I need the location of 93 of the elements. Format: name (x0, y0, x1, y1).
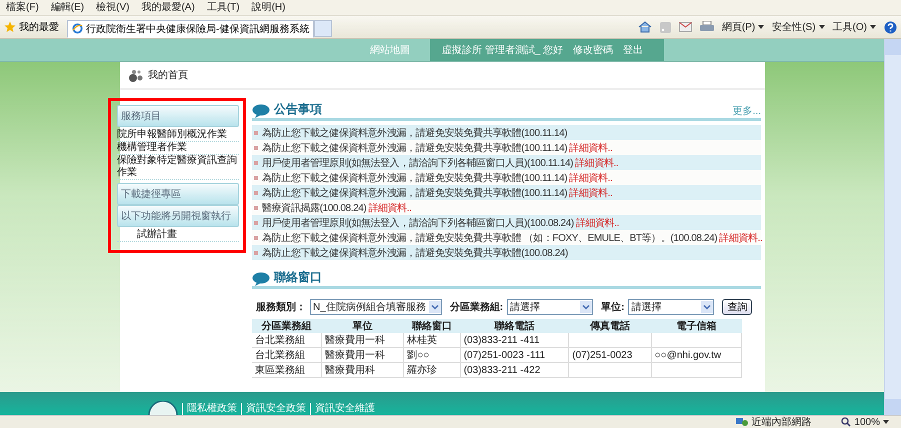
column-header: 電子信箱 (651, 319, 742, 333)
printer-icon[interactable] (700, 21, 714, 33)
zoom-icon (841, 417, 852, 427)
column-header: 聯絡窗口 (404, 319, 460, 333)
browser-tab[interactable]: 行政院衛生署中央健康保險局-健保資訊網服務系統 (67, 20, 314, 38)
bullet-icon (254, 146, 258, 150)
column-header: 聯絡電話 (460, 319, 569, 333)
table-cell: 醫療費用一科 (324, 335, 385, 346)
star-icon (4, 21, 16, 33)
sidebar-item[interactable]: 院所申報醫師別概況作業 (117, 129, 239, 142)
browser-e-icon (72, 23, 83, 34)
announcement-link[interactable]: 為防止您下載之健保資料意外洩漏，請避免安裝免費共享軟體(100.11.14) (262, 170, 568, 184)
announcement-link[interactable]: 為防止您下載之健保資料意外洩漏，請避免安裝免費共享軟體(100.08.24) (262, 246, 568, 260)
caret-icon (818, 25, 825, 29)
column-header: 傳真電話 (568, 319, 652, 333)
filter-label: 服務類別： (256, 300, 306, 314)
announcement-link[interactable]: 用戶使用者管理原則(如無法登入，請洽詢下列各輔區窗口人員)(100.11.14) (262, 156, 574, 170)
menu-item[interactable]: 檢視(V) (96, 2, 130, 14)
table-cell: 劉○○ (407, 350, 430, 361)
network-icon (736, 417, 748, 427)
bullet-icon (254, 220, 258, 224)
sidebar-item[interactable]: 試辦計畫 (117, 229, 239, 242)
bullet-icon (254, 236, 258, 240)
speech-bubble-icon (252, 104, 270, 118)
speech-bubble-icon (252, 272, 270, 286)
table-cell: 林桂英 (407, 335, 438, 346)
bullet-icon (254, 250, 258, 254)
detail-link[interactable]: 詳細資料.. (719, 230, 762, 244)
sidebar-item[interactable]: 保險對象特定醫療資訊查詢作業 (117, 155, 239, 180)
sidebar-item[interactable]: 機構管理者作業 (117, 142, 239, 155)
table-cell: 羅亦珍 (407, 365, 438, 376)
detail-link[interactable]: 詳細資料.. (368, 200, 412, 214)
caret-icon (870, 25, 876, 29)
user-greeting: 虛擬診所 管理者測試_ 您好 (442, 44, 564, 57)
toolbar-menu[interactable]: 工具(O) (832, 20, 876, 34)
table-cell: 醫療費用科 (324, 365, 375, 376)
page-title: 我的首頁 (148, 68, 188, 82)
menu-item[interactable]: 編輯(E) (50, 2, 84, 14)
home-icon[interactable] (638, 21, 652, 33)
detail-link[interactable]: 詳細資料.. (569, 140, 612, 154)
bullet-icon (254, 190, 258, 194)
table-cell: 台北業務組 (255, 335, 305, 346)
dropdown[interactable]: 請選擇 (628, 299, 714, 315)
toolbar-menu[interactable]: 安全性(S) (772, 20, 825, 34)
bullet-icon (254, 160, 258, 164)
bullet-icon (254, 176, 258, 180)
favorites-button[interactable]: 我的最愛 (0, 20, 67, 34)
table-cell: (07)251-0023 (572, 350, 632, 360)
mail-icon[interactable] (678, 22, 692, 32)
announcement-link[interactable]: 為防止您下載之健保資料意外洩漏，請避免安裝免費共享軟體(100.11.14) (262, 140, 568, 154)
table-cell: 東區業務組 (255, 365, 305, 376)
section-header[interactable]: 以下功能將另開視窗執行 (117, 205, 239, 227)
section-header[interactable]: 下載捷徑專區 (117, 183, 239, 205)
section-title: 公告事項 (274, 101, 322, 118)
zone-label: 近端內部網路 (751, 416, 812, 428)
table-cell: (03)833-211 -411 (464, 334, 540, 346)
scrollbar[interactable] (884, 39, 901, 415)
filter-label: 單位: (601, 300, 624, 314)
filter-label: 分區業務組: (450, 300, 504, 314)
help-icon[interactable] (884, 20, 897, 34)
announcement-link[interactable]: 為防止您下載之健保資料意外洩漏，請避免安裝免費共享軟體 （如：FOXY、EMULE、BT等）。(100.08.24) (262, 230, 718, 244)
detail-link[interactable]: 詳細資料.. (575, 156, 618, 170)
caret-icon (758, 25, 764, 29)
detail-link[interactable]: 詳細資料.. (576, 216, 619, 230)
toolbar-menu[interactable]: 網頁(P) (722, 20, 764, 34)
section-title: 聯絡窗口 (274, 269, 322, 286)
bullet-icon (254, 130, 258, 134)
section-header[interactable]: 服務項目 (117, 105, 239, 127)
emblem-icon (148, 401, 178, 415)
menu-item[interactable]: 我的最愛(A) (141, 2, 195, 14)
people-icon (128, 68, 144, 82)
table-cell: 醫療費用一科 (324, 350, 385, 361)
dropdown[interactable]: N_住院病例組合填審服務 (310, 299, 442, 315)
detail-link[interactable]: 詳細資料.. (569, 170, 612, 184)
menu-item[interactable]: 檔案(F) (6, 2, 39, 14)
announcement-link[interactable]: 醫療資訊揭露(100.08.24) (262, 200, 366, 214)
menu-item[interactable]: 說明(H) (252, 2, 286, 14)
table-cell: ○○@nhi.gov.tw (654, 350, 722, 360)
column-header: 單位 (321, 319, 404, 333)
announcement-link[interactable]: 為防止您下載之健保資料意外洩漏，請避免安裝免費共享軟體(100.11.14) (262, 126, 568, 140)
caret-icon (883, 420, 889, 424)
bullet-icon (254, 206, 258, 210)
detail-link[interactable]: 詳細資料.. (569, 186, 612, 200)
table-cell: (07)251-0023 -111 (464, 350, 546, 360)
announcement-link[interactable]: 用戶使用者管理原則(如無法登入，請洽詢下列各輔區窗口人員)(100.08.24) (262, 216, 574, 230)
menu-item[interactable]: 工具(T) (206, 2, 240, 14)
announcement-link[interactable]: 為防止您下載之健保資料意外洩漏，請避免安裝免費共享軟體(100.11.14) (262, 186, 568, 200)
search-button[interactable]: 查詢 (722, 299, 752, 315)
dropdown[interactable]: 請選擇 (507, 299, 594, 315)
table-cell: 台北業務組 (255, 350, 305, 361)
column-header: 分區業務組 (252, 319, 322, 333)
table-cell: (03)833-211 -422 (464, 364, 540, 376)
zoom-button[interactable]: 100% (841, 416, 889, 428)
